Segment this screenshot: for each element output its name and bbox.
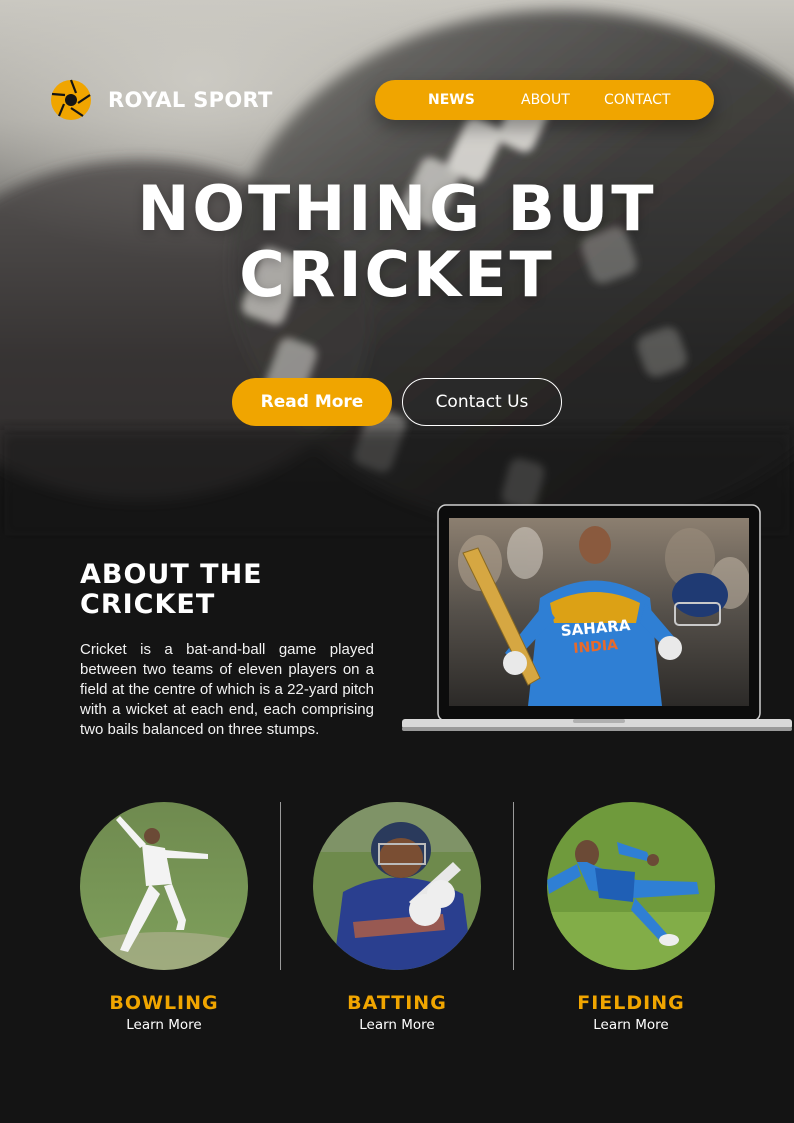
- read-more-button[interactable]: Read More: [232, 378, 392, 426]
- batsman-photo: [313, 802, 481, 970]
- aperture-logo-icon: [51, 79, 91, 120]
- about-description: Cricket is a bat-and-ball game played be…: [80, 641, 374, 738]
- about-title-line2: CRICKET: [80, 589, 216, 620]
- hero-title-line2: CRICKET: [239, 238, 555, 311]
- divider: [280, 802, 281, 970]
- category-title: BATTING: [347, 992, 447, 1014]
- contact-us-button[interactable]: Contact Us: [402, 378, 562, 426]
- category-batting[interactable]: BATTING Learn More: [313, 802, 481, 1033]
- learn-more-link[interactable]: Learn More: [313, 1017, 481, 1033]
- laptop-image: SAHARA INDIA: [402, 504, 792, 731]
- bowler-photo: [80, 802, 248, 970]
- learn-more-link[interactable]: Learn More: [80, 1017, 248, 1033]
- nav-item-about[interactable]: ABOUT: [521, 80, 570, 120]
- brand-name: ROYAL SPORT: [108, 88, 273, 112]
- hero-section: ROYAL SPORT NEWS ABOUT CONTACT NOTHING B…: [0, 0, 794, 540]
- category-title: BOWLING: [109, 992, 219, 1014]
- category-title: FIELDING: [577, 992, 685, 1014]
- top-nav: NEWS ABOUT CONTACT: [375, 80, 714, 120]
- divider: [513, 802, 514, 970]
- category-bowling[interactable]: BOWLING Learn More: [80, 802, 248, 1033]
- category-fielding[interactable]: FIELDING Learn More: [547, 802, 715, 1033]
- hero-title-line1: NOTHING BUT: [137, 172, 657, 245]
- fielder-photo: [547, 802, 715, 970]
- nav-item-news[interactable]: NEWS: [428, 80, 475, 120]
- nav-item-contact[interactable]: CONTACT: [604, 80, 670, 120]
- brand[interactable]: ROYAL SPORT: [50, 79, 273, 121]
- about-title: ABOUT THE CRICKET: [80, 560, 263, 620]
- learn-more-link[interactable]: Learn More: [547, 1017, 715, 1033]
- hero-title: NOTHING BUT CRICKET: [0, 176, 794, 308]
- about-title-line1: ABOUT THE: [80, 559, 263, 590]
